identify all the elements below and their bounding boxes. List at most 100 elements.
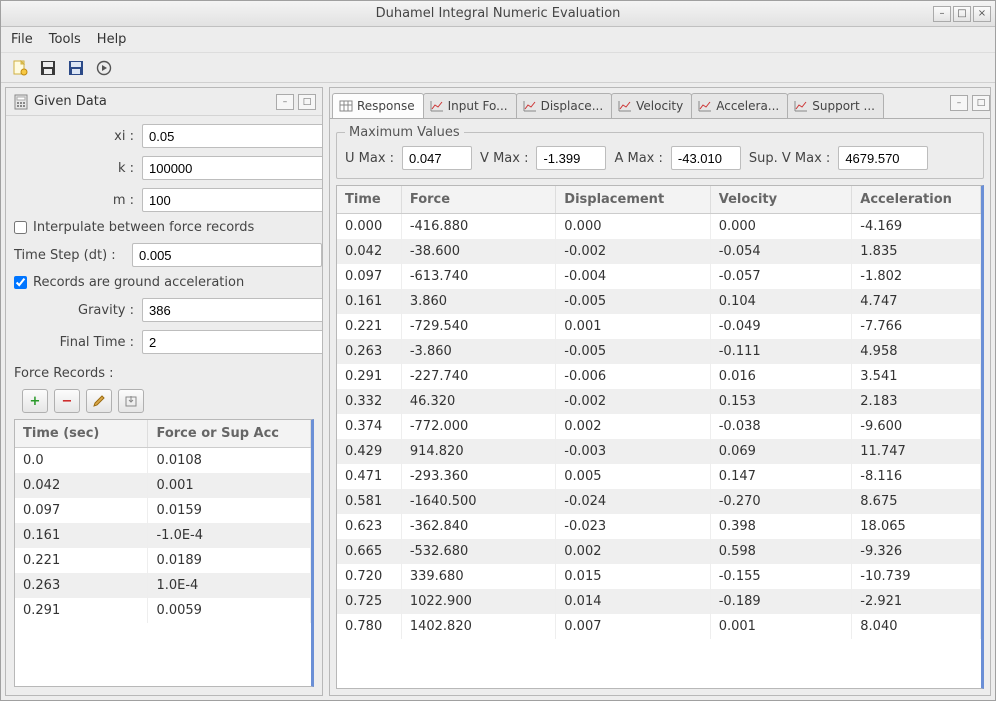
- table-row[interactable]: 0.221-729.5400.001-0.049-7.766: [337, 314, 981, 339]
- panel-maximize-button[interactable]: □: [298, 94, 316, 110]
- cell-time: 0.780: [337, 614, 401, 639]
- gravity-input[interactable]: [142, 298, 322, 322]
- tab-acceleration[interactable]: Accelera...: [691, 93, 788, 118]
- dt-input[interactable]: [132, 243, 322, 267]
- run-icon[interactable]: [95, 59, 113, 77]
- records-table[interactable]: Time (sec) Force or Sup Acc 0.00.01080.0…: [15, 420, 311, 623]
- table-icon: [339, 99, 353, 113]
- cell-force: 0.0189: [148, 548, 311, 573]
- table-row[interactable]: 0.2631.0E-4: [15, 573, 311, 598]
- xi-input[interactable]: [142, 124, 322, 148]
- panel-minimize-button[interactable]: –: [276, 94, 294, 110]
- cell-time: 0.263: [15, 573, 148, 598]
- table-row[interactable]: 0.665-532.6800.0020.598-9.326: [337, 539, 981, 564]
- table-row[interactable]: 0.0420.001: [15, 473, 311, 498]
- edit-record-button[interactable]: [86, 389, 112, 413]
- cell-force: -532.680: [401, 539, 555, 564]
- records-col-force[interactable]: Force or Sup Acc: [148, 420, 311, 448]
- table-row[interactable]: 0.00.0108: [15, 448, 311, 474]
- v-max-label: V Max :: [480, 151, 528, 166]
- interpolate-checkbox[interactable]: [14, 221, 27, 234]
- table-row[interactable]: 0.33246.320-0.0020.1532.183: [337, 389, 981, 414]
- k-input[interactable]: [142, 156, 322, 180]
- cell-time: 0.665: [337, 539, 401, 564]
- table-row[interactable]: 0.0970.0159: [15, 498, 311, 523]
- cell-acc: -4.169: [852, 214, 981, 240]
- table-row[interactable]: 0.2210.0189: [15, 548, 311, 573]
- cell-force: -772.000: [401, 414, 555, 439]
- table-row[interactable]: 0.2910.0059: [15, 598, 311, 623]
- right-panel-min-button[interactable]: –: [950, 95, 968, 111]
- cell-vel: 0.153: [710, 389, 852, 414]
- menu-tools[interactable]: Tools: [49, 32, 81, 47]
- a-max-field[interactable]: [671, 146, 741, 170]
- cell-time: 0.042: [15, 473, 148, 498]
- cell-time: 0.221: [337, 314, 401, 339]
- ground-accel-checkbox[interactable]: [14, 276, 27, 289]
- table-row[interactable]: 0.000-416.8800.0000.000-4.169: [337, 214, 981, 240]
- table-row[interactable]: 0.374-772.0000.002-0.038-9.600: [337, 414, 981, 439]
- xi-label: xi :: [14, 129, 134, 144]
- cell-time: 0.097: [15, 498, 148, 523]
- table-row[interactable]: 0.7801402.8200.0070.0018.040: [337, 614, 981, 639]
- tab-displacement[interactable]: Displace...: [516, 93, 613, 118]
- table-row[interactable]: 0.263-3.860-0.005-0.1114.958: [337, 339, 981, 364]
- import-record-button[interactable]: [118, 389, 144, 413]
- remove-record-button[interactable]: −: [54, 389, 80, 413]
- cell-disp: 0.014: [556, 589, 710, 614]
- final-time-input[interactable]: [142, 330, 322, 354]
- cell-disp: 0.002: [556, 539, 710, 564]
- sup-v-max-field[interactable]: [838, 146, 928, 170]
- close-button[interactable]: ×: [973, 6, 991, 22]
- add-record-button[interactable]: +: [22, 389, 48, 413]
- cell-disp: -0.024: [556, 489, 710, 514]
- response-table[interactable]: Time Force Displacement Velocity Acceler…: [337, 186, 981, 639]
- resp-col-vel[interactable]: Velocity: [710, 186, 852, 214]
- table-row[interactable]: 0.291-227.740-0.0060.0163.541: [337, 364, 981, 389]
- k-label: k :: [14, 161, 134, 176]
- plus-icon: +: [30, 394, 41, 409]
- table-row[interactable]: 0.7251022.9000.014-0.189-2.921: [337, 589, 981, 614]
- right-panel-max-button[interactable]: □: [972, 95, 990, 111]
- pencil-icon: [92, 394, 106, 408]
- cell-disp: -0.004: [556, 264, 710, 289]
- cell-vel: 0.000: [710, 214, 852, 240]
- cell-acc: -1.802: [852, 264, 981, 289]
- tab-response[interactable]: Response: [332, 93, 424, 118]
- tab-velocity[interactable]: Velocity: [611, 93, 692, 118]
- cell-force: 0.0108: [148, 448, 311, 474]
- menu-file[interactable]: File: [11, 32, 33, 47]
- cell-vel: -0.054: [710, 239, 852, 264]
- table-row[interactable]: 0.097-613.740-0.004-0.057-1.802: [337, 264, 981, 289]
- new-file-icon[interactable]: [11, 59, 29, 77]
- resp-col-acc[interactable]: Acceleration: [852, 186, 981, 214]
- table-row[interactable]: 0.1613.860-0.0050.1044.747: [337, 289, 981, 314]
- v-max-field[interactable]: [536, 146, 606, 170]
- menu-help[interactable]: Help: [97, 32, 127, 47]
- chart-icon: [698, 99, 712, 113]
- cell-force: -729.540: [401, 314, 555, 339]
- tab-support[interactable]: Support ...: [787, 93, 884, 118]
- cell-force: -416.880: [401, 214, 555, 240]
- table-row[interactable]: 0.623-362.840-0.0230.39818.065: [337, 514, 981, 539]
- table-row[interactable]: 0.161-1.0E-4: [15, 523, 311, 548]
- tab-input-force[interactable]: Input Fo...: [423, 93, 517, 118]
- save-as-icon[interactable]: [67, 59, 85, 77]
- resp-col-time[interactable]: Time: [337, 186, 401, 214]
- response-body: Maximum Values U Max : V Max : A Max : S…: [330, 118, 990, 695]
- maximize-button[interactable]: □: [953, 6, 971, 22]
- resp-col-force[interactable]: Force: [401, 186, 555, 214]
- table-row[interactable]: 0.581-1640.500-0.024-0.2708.675: [337, 489, 981, 514]
- table-row[interactable]: 0.042-38.600-0.002-0.0541.835: [337, 239, 981, 264]
- table-row[interactable]: 0.720339.6800.015-0.155-10.739: [337, 564, 981, 589]
- cell-vel: -0.049: [710, 314, 852, 339]
- table-row[interactable]: 0.429914.820-0.0030.06911.747: [337, 439, 981, 464]
- resp-col-disp[interactable]: Displacement: [556, 186, 710, 214]
- cell-vel: 0.016: [710, 364, 852, 389]
- minimize-button[interactable]: –: [933, 6, 951, 22]
- u-max-field[interactable]: [402, 146, 472, 170]
- table-row[interactable]: 0.471-293.3600.0050.147-8.116: [337, 464, 981, 489]
- records-col-time[interactable]: Time (sec): [15, 420, 148, 448]
- m-input[interactable]: [142, 188, 322, 212]
- save-icon[interactable]: [39, 59, 57, 77]
